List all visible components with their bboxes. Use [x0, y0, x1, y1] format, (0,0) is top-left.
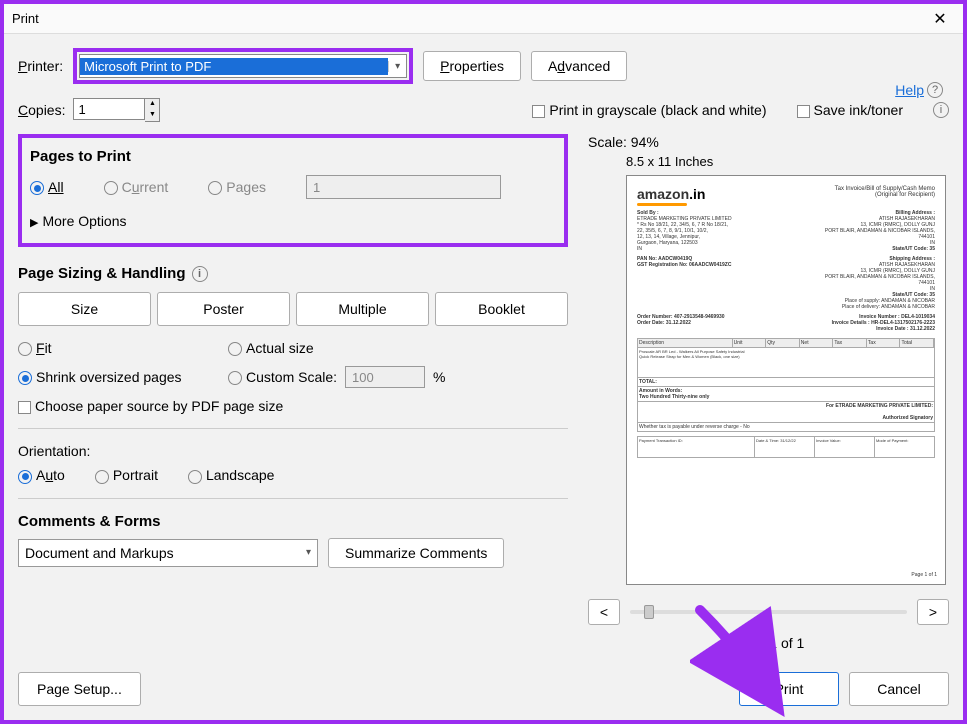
grayscale-checkbox[interactable]: Print in grayscale (black and white)	[532, 102, 766, 118]
page-sizing-heading: Page Sizing & Handling i	[18, 265, 568, 282]
help-link[interactable]: Help ?	[895, 82, 943, 98]
more-options-toggle[interactable]: ▶More Options	[30, 213, 556, 229]
chevron-down-icon[interactable]: ▾	[306, 547, 311, 558]
amazon-swoosh-icon	[637, 203, 687, 206]
printer-label: Printer:	[18, 58, 63, 74]
copies-spinner[interactable]: ▲ ▼	[73, 98, 160, 122]
page-indicator: Page 1 of 1	[588, 635, 949, 651]
next-page-button[interactable]: >	[917, 599, 949, 625]
window-title: Print	[12, 11, 925, 26]
radio-landscape[interactable]: Landscape	[188, 467, 275, 483]
radio-shrink[interactable]: Shrink oversized pages	[18, 369, 182, 385]
orientation-label: Orientation:	[18, 443, 568, 459]
printer-highlight: Microsoft Print to PDF ▾	[73, 48, 413, 84]
radio-fit[interactable]: Fit	[18, 340, 52, 356]
custom-scale-input[interactable]	[345, 366, 425, 388]
printer-select[interactable]: Microsoft Print to PDF ▾	[79, 54, 407, 78]
help-icon[interactable]: ?	[927, 82, 943, 98]
print-preview: amazon.in Tax Invoice/Bill of Supply/Cas…	[626, 175, 946, 585]
copies-input[interactable]	[73, 98, 145, 120]
printer-value: Microsoft Print to PDF	[80, 58, 388, 75]
poster-button[interactable]: Poster	[157, 292, 290, 326]
page-setup-button[interactable]: Page Setup...	[18, 672, 141, 706]
radio-portrait[interactable]: Portrait	[95, 467, 158, 483]
close-icon[interactable]: ✕	[925, 9, 955, 29]
print-button[interactable]: Print	[739, 672, 839, 706]
percent-label: %	[433, 369, 445, 385]
slider-thumb[interactable]	[644, 605, 654, 619]
cancel-button[interactable]: Cancel	[849, 672, 949, 706]
radio-all[interactable]: All	[30, 179, 64, 195]
booklet-button[interactable]: Booklet	[435, 292, 568, 326]
pages-input[interactable]	[306, 175, 501, 199]
radio-auto[interactable]: Auto	[18, 467, 65, 483]
comments-heading: Comments & Forms	[18, 513, 568, 530]
advanced-button[interactable]: Advanced	[531, 51, 627, 81]
pages-to-print-heading: Pages to Print	[30, 148, 556, 165]
radio-actual-size[interactable]: Actual size	[228, 340, 314, 356]
info-icon[interactable]: i	[192, 266, 208, 282]
preview-slider[interactable]	[630, 610, 907, 614]
copies-label: Copies:	[18, 102, 65, 118]
scale-label: Scale: 94%	[588, 134, 949, 150]
summarize-comments-button[interactable]: Summarize Comments	[328, 538, 504, 568]
pages-to-print-highlight: Pages to Print All Current Pages ▶More O…	[18, 134, 568, 247]
radio-pages[interactable]: Pages	[208, 179, 266, 195]
properties-button[interactable]: Properties	[423, 51, 521, 81]
chevron-down-icon[interactable]: ▾	[388, 61, 406, 72]
size-button[interactable]: Size	[18, 292, 151, 326]
prev-page-button[interactable]: <	[588, 599, 620, 625]
radio-custom-scale[interactable]: Custom Scale:	[228, 369, 337, 385]
save-ink-checkbox[interactable]: Save ink/toner	[797, 102, 904, 118]
comments-select[interactable]: Document and Markups ▾	[18, 539, 318, 567]
radio-current[interactable]: Current	[104, 179, 169, 195]
paper-dimensions: 8.5 x 11 Inches	[626, 154, 949, 169]
spinner-up-icon[interactable]: ▲	[145, 99, 159, 110]
spinner-down-icon[interactable]: ▼	[145, 110, 159, 121]
info-icon[interactable]: i	[933, 102, 949, 118]
multiple-button[interactable]: Multiple	[296, 292, 429, 326]
choose-paper-checkbox[interactable]: Choose paper source by PDF page size	[18, 398, 283, 414]
